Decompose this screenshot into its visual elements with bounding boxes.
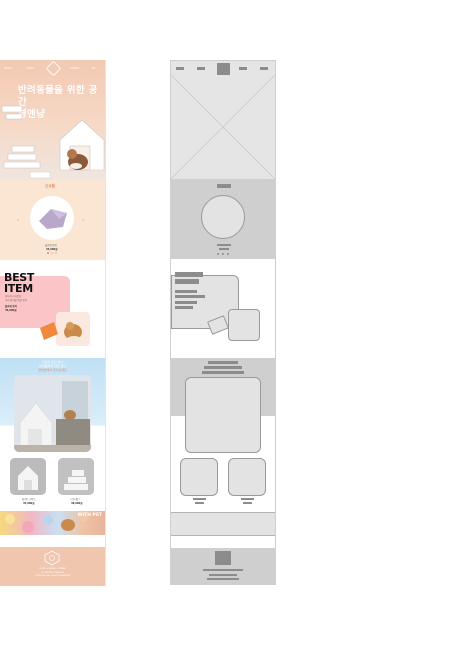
- nav-item-event[interactable]: EVENT: [70, 67, 80, 70]
- wf-feature-line-1: [208, 361, 238, 364]
- wf-thumb-2: [228, 458, 266, 496]
- best-item-image[interactable]: [36, 312, 92, 348]
- wf-nav-3: [239, 67, 247, 70]
- best-title: BEST ITEM: [4, 272, 34, 294]
- carousel-prev-icon[interactable]: ‹: [17, 217, 19, 224]
- nav-item-my[interactable]: MY: [92, 67, 96, 70]
- wf-thumb-2-price: [243, 502, 252, 504]
- footer-logo-icon: [44, 550, 60, 566]
- best-product-price: 35,000원: [5, 309, 17, 312]
- feature-thumb-2[interactable]: [58, 458, 94, 495]
- wf-best-title-1: [175, 272, 203, 277]
- footer: YOUNG & NYANG COMPANY CS CENTER 1234-567…: [0, 547, 105, 586]
- wf-nav-4: [260, 67, 268, 70]
- wf-nav-1: [176, 67, 184, 70]
- thumb-2-price: 38,000원: [71, 502, 83, 505]
- feature-thumb-1[interactable]: [10, 458, 46, 495]
- wf-feature-line-2: [204, 366, 242, 369]
- mobile-design-mockup: MENU SHOP EVENT MY 반려동물을 위한 공간 영앤냥 신상품 ‹…: [0, 60, 106, 586]
- wf-dots: [217, 253, 231, 255]
- hero-product-illustration: [1, 105, 105, 179]
- wf-new-circle: [201, 195, 245, 239]
- footer-line3: COPYRIGHT ALL RIGHTS RESERVED: [34, 575, 71, 577]
- wf-feature-photo: [185, 377, 261, 453]
- carousel-next-icon[interactable]: ›: [82, 217, 84, 224]
- new-product-price: 35,000원: [46, 248, 58, 251]
- hero-section: MENU SHOP EVENT MY 반려동물을 위한 공간 영앤냥: [0, 60, 105, 180]
- banner-text: WITH PET: [77, 513, 102, 518]
- carousel-dots[interactable]: [47, 252, 57, 254]
- new-section-title: 신상품: [45, 184, 55, 188]
- feature-heading: 나만의 공간 하나 반려동물을 위한 공간 영앤냥에서 만나보세요: [0, 360, 105, 372]
- wf-best-line-4: [175, 306, 193, 309]
- wf-footer-logo: [215, 551, 231, 565]
- wf-feature-line-3: [202, 371, 244, 374]
- nav-item-menu[interactable]: MENU: [4, 67, 13, 70]
- with-pet-banner[interactable]: WITH PET: [0, 511, 105, 535]
- wf-thumb-1-price: [195, 502, 204, 504]
- wf-footer-line-1: [203, 569, 243, 571]
- wf-new-name: [217, 244, 231, 246]
- wf-thumb-2-name: [241, 498, 254, 500]
- nav-item-shop[interactable]: SHOP: [26, 67, 34, 70]
- wf-thumb-1-name: [193, 498, 206, 500]
- feature-photo[interactable]: [14, 375, 91, 452]
- wf-footer-line-2: [209, 574, 237, 576]
- wf-banner: [171, 512, 275, 536]
- wf-best-title-2: [175, 279, 199, 284]
- wf-best-img: [228, 309, 260, 341]
- wf-logo: [217, 63, 230, 75]
- best-title-line2: ITEM: [4, 282, 33, 295]
- feature-sub: 영앤냥에서 만나보세요: [38, 368, 67, 372]
- new-product-image[interactable]: [29, 195, 75, 241]
- wf-best-line-1: [175, 290, 197, 293]
- wf-thumb-1: [180, 458, 218, 496]
- wf-nav-2: [197, 67, 205, 70]
- footer-info: YOUNG & NYANG COMPANY CS CENTER 1234-567…: [0, 568, 105, 579]
- best-desc-line2: 우리 아이를 위한 방석: [5, 299, 28, 302]
- logo-icon[interactable]: [45, 60, 62, 77]
- wf-hero-block: [171, 61, 275, 179]
- wf-best-line-2: [175, 295, 205, 298]
- wireframe-mockup: [170, 60, 276, 585]
- thumb-1-price: 45,000원: [23, 502, 35, 505]
- wf-footer-line-3: [207, 578, 239, 580]
- wf-new-title: [217, 184, 231, 188]
- wf-best-line-3: [175, 301, 197, 304]
- wf-new-price: [219, 248, 229, 250]
